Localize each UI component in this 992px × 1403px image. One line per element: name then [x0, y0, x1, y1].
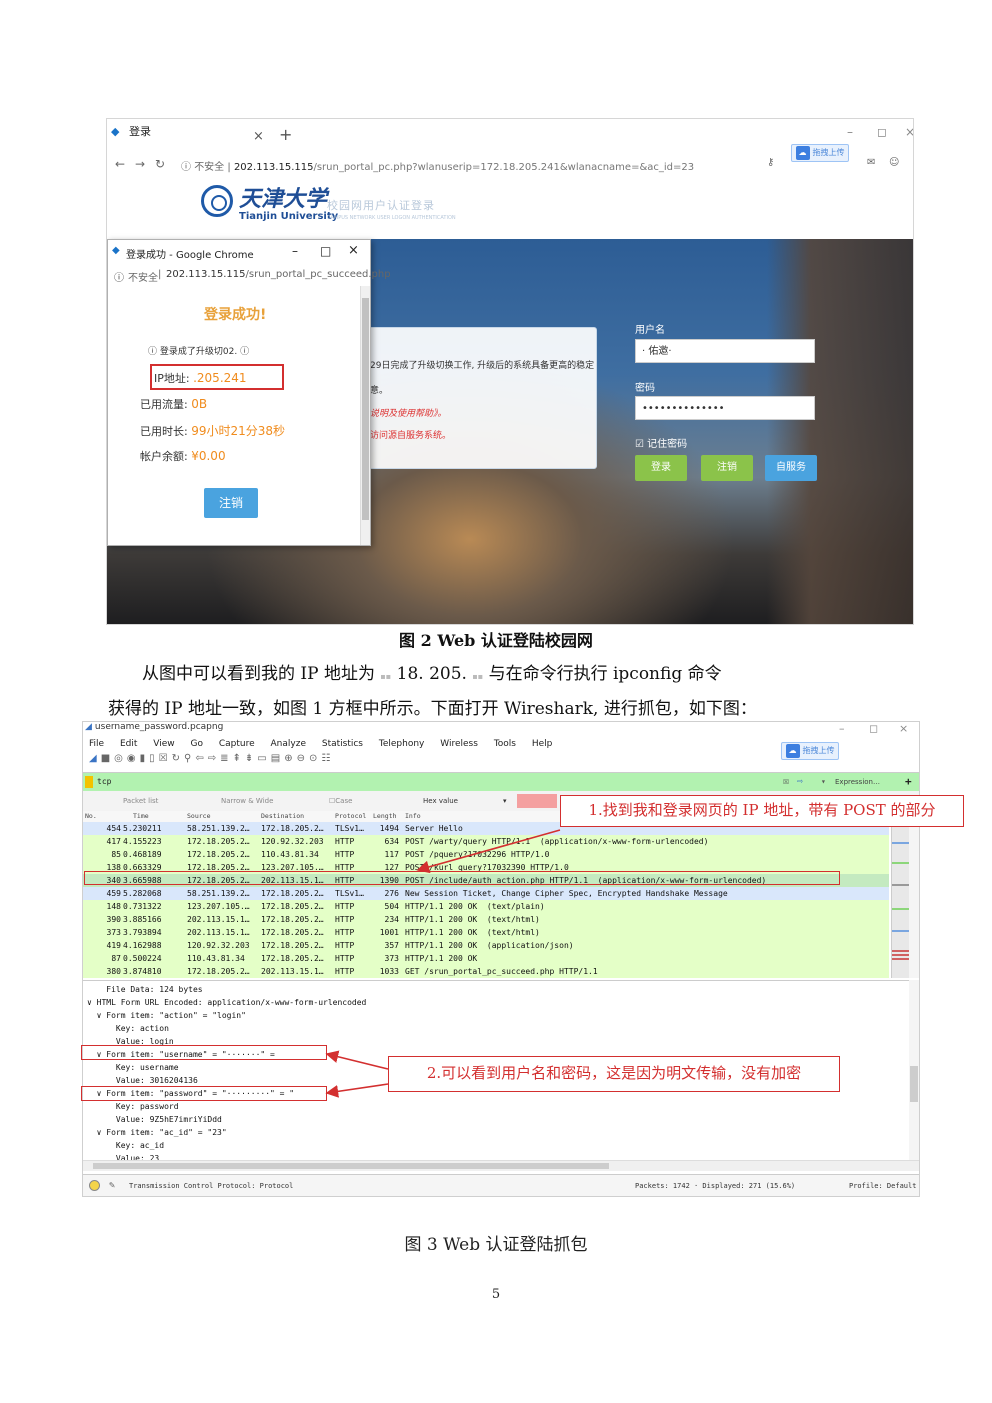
annotation-2: 2.可以看到用户名和密码，这是因为明文传输，没有加密 [388, 1056, 840, 1092]
annotation-arrows [325, 829, 561, 1098]
annotation-1: 1.找到我和登录网页的 IP 地址，带有 POST 的部分 [560, 795, 964, 827]
page-number: 5 [491, 1287, 501, 1302]
figure-3-caption: 图 3 Web 认证登陆抓包 [404, 1235, 588, 1255]
